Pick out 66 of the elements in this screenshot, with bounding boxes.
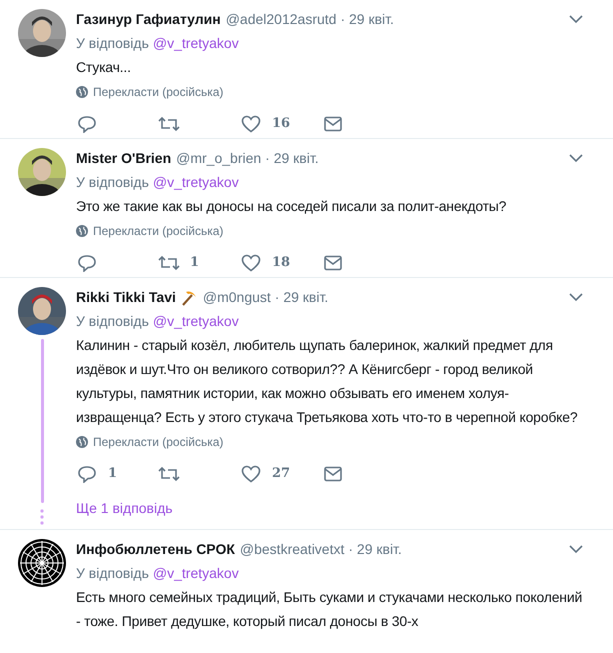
reply-icon (77, 465, 97, 483)
tweet-date[interactable]: · 29 квіт. (340, 9, 394, 30)
reply-label: У відповідь (76, 312, 149, 331)
chevron-down-icon[interactable] (569, 545, 583, 554)
retweet-icon (158, 466, 180, 482)
user-handle[interactable]: @adel2012asrutd (226, 9, 336, 30)
chevron-down-icon[interactable] (569, 293, 583, 302)
tweet-text: Стукач... (76, 58, 132, 77)
user-handle[interactable]: @mr_o_brien (176, 148, 262, 169)
heart-icon (241, 465, 261, 483)
retweet-icon (158, 255, 180, 271)
like-button[interactable] (240, 253, 262, 273)
retweet-button[interactable] (158, 114, 180, 134)
mail-icon (324, 466, 342, 482)
reply-label: У відповідь (76, 34, 149, 53)
reply-icon (77, 115, 97, 133)
message-button[interactable] (322, 114, 344, 134)
tweet-date[interactable]: · 29 квіт. (274, 287, 328, 308)
mention-link[interactable]: @v_tretyakov (152, 311, 239, 332)
translate-link[interactable]: Перекласти (російська) (93, 222, 224, 240)
retweet-icon (158, 116, 180, 132)
mention-link[interactable]: @v_tretyakov (152, 33, 239, 54)
heart-icon (241, 254, 261, 272)
user-handle[interactable]: @m0ngust (202, 287, 271, 308)
mail-icon (324, 116, 342, 132)
reply-icon (77, 254, 97, 272)
user-name[interactable]: Mister O'Brien (76, 148, 172, 169)
action-count: 1 (108, 465, 118, 484)
globe-icon (76, 436, 88, 448)
message-button[interactable] (322, 253, 344, 273)
action-count: 18 (272, 254, 290, 272)
reply-label: У відповідь (76, 564, 149, 583)
user-handle[interactable]: @bestkreativetxt (240, 539, 344, 560)
globe-icon (76, 86, 88, 98)
mention-link[interactable]: @v_tretyakov (152, 563, 239, 584)
reply-label: У відповідь (76, 173, 149, 192)
tweet-text: Калинин - старый козёл, любитель щупать балеринок, жалкий предмет для издёвок и шут.Что он великого сотворил?? А Кёнигсберг - город великой культуры, памятник истории, как можно обзывать его именем холуя-извращенца? Есть у этого стукача Третьякова хоть что-то в черепной коробке? (76, 336, 578, 427)
more-replies-link[interactable]: Ще 1 відповідь (76, 498, 583, 519)
user-name[interactable]: Rikki Tikki Tavi (76, 287, 176, 308)
translate-link[interactable]: Перекласти (російська) (93, 433, 224, 451)
dots-icon (40, 509, 44, 525)
tweet-text: Это же такие как вы доносы на соседей писали за полит-анекдоты? (76, 197, 508, 216)
user-name[interactable]: Газинур Гафиатулин (76, 9, 221, 30)
translate-link[interactable]: Перекласти (російська) (93, 83, 224, 101)
action-count: 27 (272, 465, 290, 484)
web-logo-icon (18, 539, 66, 587)
message-button[interactable] (322, 464, 344, 484)
chevron-down-icon[interactable] (569, 15, 583, 24)
like-button[interactable] (240, 464, 262, 484)
tweet-date[interactable]: · 29 квіт. (348, 539, 402, 560)
like-button[interactable] (240, 114, 262, 134)
retweet-button[interactable] (158, 253, 180, 273)
reply-button[interactable] (76, 114, 98, 134)
chevron-down-icon[interactable] (569, 154, 583, 163)
retweet-button[interactable] (158, 464, 180, 484)
reply-button[interactable] (76, 464, 98, 484)
tweet-text: Есть много семейных традиций, Быть суками и стукачами несколько поколений - тоже. Привет дедушке, который писал доносы в 30-х (76, 588, 583, 631)
action-count: 1 (190, 254, 200, 272)
mail-icon (324, 255, 342, 271)
mention-link[interactable]: @v_tretyakov (152, 172, 239, 193)
heart-icon (241, 115, 261, 133)
globe-icon (76, 225, 88, 237)
reply-button[interactable] (76, 253, 98, 273)
user-name[interactable]: Инфобюллетень СРОК (76, 539, 235, 560)
tweet-date[interactable]: · 29 квіт. (265, 148, 319, 169)
action-count: 16 (272, 115, 290, 134)
